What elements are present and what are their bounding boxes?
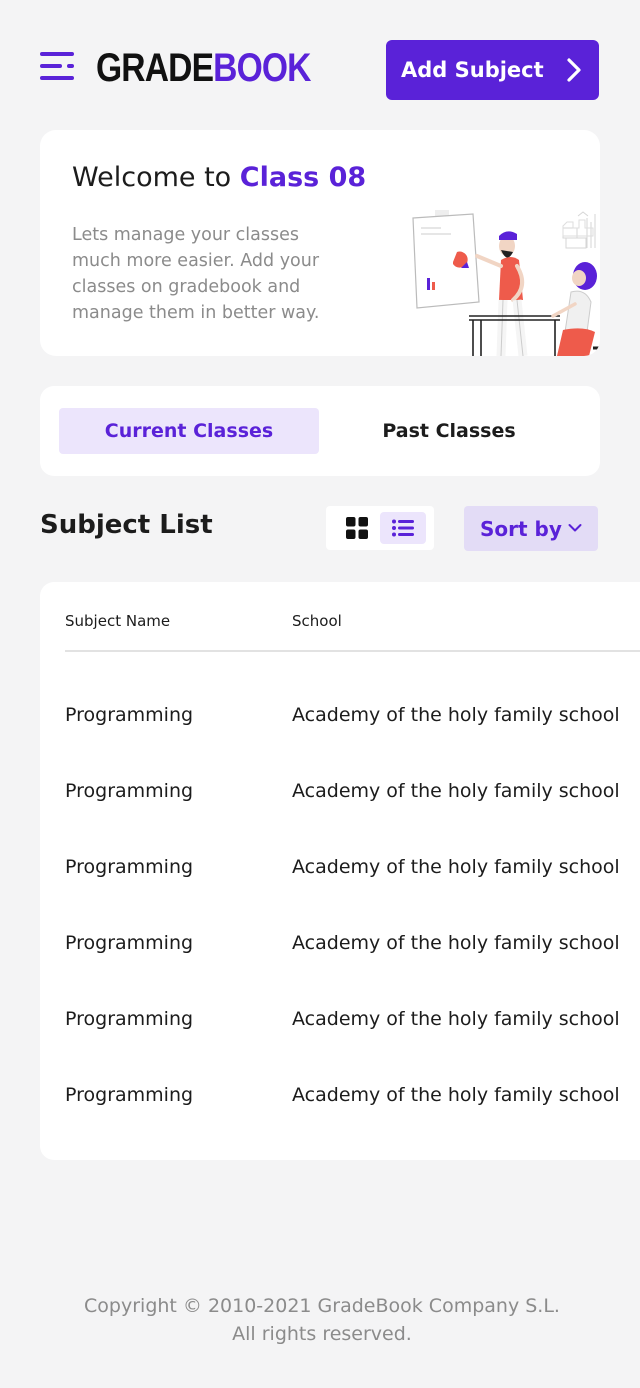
welcome-title: Welcome to Class 08 — [72, 162, 367, 193]
app-header: GRADEBOOK Add Subject — [0, 0, 640, 130]
school-cell: Academy of the holy family school — [292, 932, 620, 954]
school-cell: Academy of the holy family school — [292, 704, 620, 726]
menu-icon[interactable] — [40, 52, 76, 84]
grid-view-button[interactable] — [334, 512, 380, 544]
school-cell: Academy of the holy family school — [292, 780, 620, 802]
welcome-description: Lets manage your classes much more easie… — [72, 225, 320, 323]
view-toggle — [326, 506, 434, 550]
list-view-button[interactable] — [380, 512, 426, 544]
welcome-card: Welcome to Class 08 Lets manage your cla… — [40, 130, 600, 356]
chevron-right-icon — [567, 58, 581, 82]
list-view-icon — [392, 519, 414, 537]
sort-by-dropdown[interactable]: Sort by — [464, 506, 598, 551]
column-header-school: School — [292, 612, 342, 630]
gradebook-logo: GRADEBOOK — [96, 46, 311, 90]
sort-by-label: Sort by — [480, 516, 562, 541]
add-subject-button[interactable]: Add Subject — [386, 40, 599, 100]
class-tabs: Current Classes Past Classes — [40, 386, 600, 476]
grid-view-icon — [346, 517, 368, 539]
table-row[interactable]: Programming Academy of the holy family s… — [40, 848, 640, 888]
school-cell: Academy of the holy family school — [292, 1084, 620, 1106]
school-cell: Academy of the holy family school — [292, 856, 620, 878]
table-row[interactable]: Programming Academy of the holy family s… — [40, 1000, 640, 1040]
teacher-illustration — [412, 210, 600, 356]
subject-name-cell: Programming — [65, 1008, 194, 1030]
subject-name-cell: Programming — [65, 856, 194, 878]
subject-name-cell: Programming — [65, 1084, 194, 1106]
add-subject-label: Add Subject — [401, 58, 544, 82]
column-header-subject-name: Subject Name — [65, 612, 171, 630]
table-row[interactable]: Programming Academy of the holy family s… — [40, 696, 640, 736]
subject-name-cell: Programming — [65, 780, 194, 802]
table-row[interactable]: Programming Academy of the holy family s… — [40, 924, 640, 964]
chevron-down-icon — [568, 524, 582, 532]
subject-list-title: Subject List — [40, 510, 213, 540]
subject-table: Subject Name School Programming Academy … — [40, 582, 640, 1160]
tab-past-classes[interactable]: Past Classes — [319, 408, 579, 454]
tab-current-classes[interactable]: Current Classes — [59, 408, 319, 454]
table-row[interactable]: Programming Academy of the holy family s… — [40, 772, 640, 812]
footer-copyright: Copyright © 2010-2021 GradeBook Company … — [84, 1295, 560, 1345]
subject-name-cell: Programming — [65, 704, 194, 726]
header-divider — [65, 650, 640, 652]
subject-name-cell: Programming — [65, 932, 194, 954]
school-cell: Academy of the holy family school — [292, 1008, 620, 1030]
table-row[interactable]: Programming Academy of the holy family s… — [40, 1076, 640, 1116]
class-name: Class 08 — [239, 162, 367, 193]
